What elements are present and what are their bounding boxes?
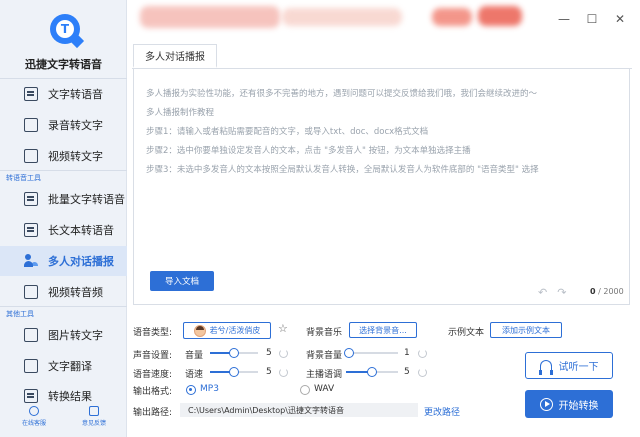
speed-slider[interactable] <box>210 367 258 377</box>
bg-volume-slider-thumb[interactable] <box>344 348 355 358</box>
close-icon[interactable]: ✕ <box>614 12 626 26</box>
voice-avatar <box>193 324 206 337</box>
format-wav-radio[interactable] <box>300 385 310 395</box>
divider <box>0 306 127 307</box>
tone-slider-thumb[interactable] <box>367 367 377 377</box>
speed-section-label: 语音速度: <box>133 370 173 380</box>
long-text-icon <box>24 223 38 237</box>
translate-icon <box>24 359 38 373</box>
bg-volume-label: 背景音量 <box>306 351 343 361</box>
window-controls: — ☐ ✕ <box>558 12 626 26</box>
document-icon <box>24 87 38 101</box>
sidebar-item-long-text-tts[interactable]: 长文本转语音 <box>0 215 127 245</box>
format-mp3-radio[interactable] <box>186 385 196 395</box>
bgm-label: 背景音乐 <box>306 328 343 338</box>
sidebar: T 迅捷文字转语音 文字转语音 录音转文字 视频转文字 转语音工具 批量文字转语… <box>0 0 127 437</box>
editor-hint-line: 多人播报制作教程 <box>146 108 215 118</box>
feedback-button[interactable]: 意见反馈 <box>74 406 114 427</box>
speed-label: 语速 <box>185 370 204 380</box>
volume-label: 音量 <box>185 351 204 361</box>
section-label-tts: 转语音工具 <box>6 174 41 182</box>
character-count: 0 / 2000 <box>590 287 624 296</box>
video-icon <box>24 149 38 163</box>
bg-volume-reset-icon[interactable] <box>418 349 427 358</box>
editor-hint-line: 步骤1：请输入或者粘贴需要配音的文字，或导入txt、doc、docx格式文档 <box>146 127 429 137</box>
feedback-icon <box>89 406 99 416</box>
undo-redo-group: ↶↷ <box>538 286 576 299</box>
editor-hint-line: 步骤2：选中你要单独设定发音人的文本，点击 "多发音人" 按钮，为文本单独选择主… <box>146 146 471 156</box>
tone-value: 5 <box>404 367 410 377</box>
headphones-icon <box>538 360 553 375</box>
output-format-label: 输出格式: <box>133 387 173 397</box>
editor-hint-line: 多人播报为实验性功能，还有很多不完善的地方，遇到问题可以提交反馈给我们哦，我们会… <box>146 89 538 99</box>
editor-hint-line: 步骤3：未选中多发音人的文本按照全局默认发音人转换，全局默认发音人为软件底部的 … <box>146 165 539 175</box>
play-icon <box>539 397 553 411</box>
favorite-star-icon[interactable]: ☆ <box>278 322 288 335</box>
tone-label: 主播语调 <box>306 370 343 380</box>
add-sample-text-button[interactable]: 添加示例文本 <box>490 322 562 338</box>
sidebar-item-multi-dialogue[interactable]: 多人对话播报 <box>0 246 127 276</box>
promo-banner[interactable] <box>132 0 542 34</box>
divider <box>0 170 127 171</box>
image-icon <box>24 328 38 342</box>
minimize-icon[interactable]: — <box>558 12 570 26</box>
section-label-other: 其他工具 <box>6 310 34 318</box>
sidebar-item-batch-tts[interactable]: 批量文字转语音 <box>0 184 127 214</box>
sidebar-item-image-to-text[interactable]: 图片转文字 <box>0 320 127 350</box>
sound-settings-label: 声音设置: <box>133 351 173 361</box>
maximize-icon[interactable]: ☐ <box>586 12 598 26</box>
volume-slider[interactable] <box>210 348 258 358</box>
speed-reset-icon[interactable] <box>279 368 288 377</box>
results-icon <box>24 389 38 403</box>
app-name: 迅捷文字转语音 <box>25 58 102 71</box>
select-bgm-button[interactable]: 选择背景音... <box>349 322 417 338</box>
volume-value: 5 <box>266 348 272 358</box>
sidebar-item-recording-to-text[interactable]: 录音转文字 <box>0 110 127 140</box>
batch-icon <box>24 192 38 206</box>
volume-slider-thumb[interactable] <box>229 348 239 358</box>
bg-volume-value: 1 <box>404 348 410 358</box>
tone-reset-icon[interactable] <box>418 368 427 377</box>
recorder-icon <box>24 118 38 132</box>
change-path-link[interactable]: 更改路径 <box>424 405 460 418</box>
sidebar-item-video-to-audio[interactable]: 视频转音频 <box>0 277 127 307</box>
people-icon <box>24 254 38 268</box>
output-path-label: 输出路径: <box>133 408 173 418</box>
tab-multi-dialogue[interactable]: 多人对话播报 <box>133 44 217 68</box>
sample-text-label: 示例文本 <box>448 328 485 338</box>
sidebar-item-text-to-speech[interactable]: 文字转语音 <box>0 79 127 109</box>
undo-icon[interactable]: ↶ <box>538 286 557 299</box>
output-path-field[interactable]: C:\Users\Admin\Desktop\迅捷文字转语音 <box>180 403 418 417</box>
format-wav-label: WAV <box>314 384 335 394</box>
volume-reset-icon[interactable] <box>279 349 288 358</box>
customer-service-button[interactable]: 在线客服 <box>14 406 54 427</box>
video-audio-icon <box>24 285 38 299</box>
app-logo: T <box>50 14 80 44</box>
import-document-button[interactable]: 导入文档 <box>150 271 214 291</box>
redo-icon[interactable]: ↷ <box>557 286 576 299</box>
tone-slider[interactable] <box>346 367 398 377</box>
start-convert-button[interactable]: 开始转换 <box>525 390 613 418</box>
text-editor[interactable]: 多人播报为实验性功能，还有很多不完善的地方，遇到问题可以提交反馈给我们哦，我们会… <box>133 69 630 305</box>
sidebar-item-translate[interactable]: 文字翻译 <box>0 351 127 381</box>
sidebar-item-video-to-text[interactable]: 视频转文字 <box>0 141 127 171</box>
speed-value: 5 <box>266 367 272 377</box>
format-mp3-label: MP3 <box>200 384 219 394</box>
headset-icon <box>29 406 39 416</box>
voice-type-label: 语音类型: <box>133 328 173 338</box>
voice-type-select[interactable]: 若兮/活泼俏皮 <box>183 322 271 339</box>
speed-slider-thumb[interactable] <box>229 367 239 377</box>
bg-volume-slider[interactable] <box>344 348 398 358</box>
preview-button[interactable]: 试听一下 <box>525 352 613 379</box>
